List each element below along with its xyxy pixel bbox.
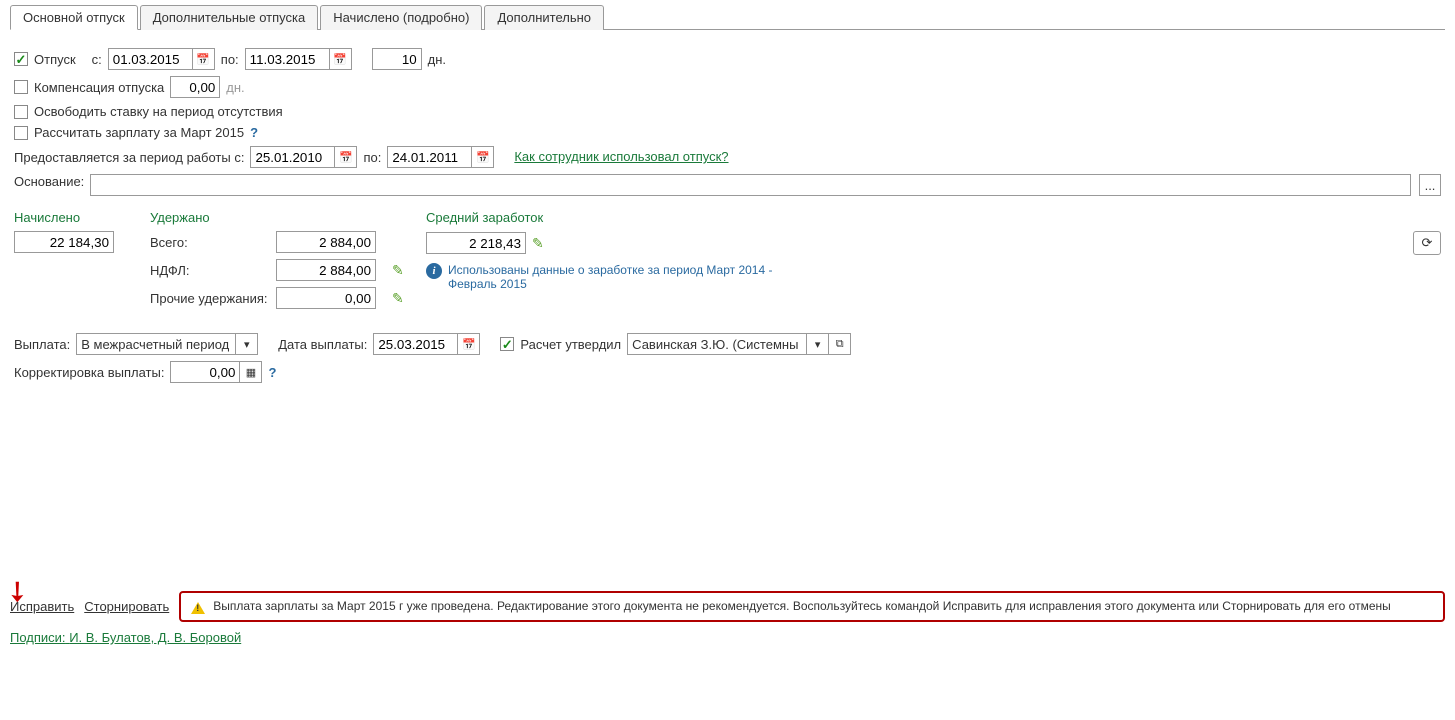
pencil-icon[interactable]: ✎ (392, 290, 412, 307)
dropdown-icon[interactable]: ▾ (807, 333, 829, 355)
work-period-label: Предоставляется за период работы с: (14, 150, 244, 165)
calc-salary-label: Рассчитать зарплату за Март 2015 (34, 125, 244, 140)
table-icon[interactable]: ▦ (240, 361, 262, 383)
calendar-icon[interactable]: 📅 (330, 48, 352, 70)
calc-salary-checkbox[interactable] (14, 126, 28, 140)
pencil-icon[interactable]: ✎ (532, 235, 544, 252)
compensation-input[interactable] (170, 76, 220, 98)
ndfl-input[interactable] (276, 259, 376, 281)
basis-input[interactable] (90, 174, 1411, 196)
reverse-link[interactable]: Сторнировать (84, 599, 169, 614)
work-period-to-label: по: (363, 150, 381, 165)
ndfl-label: НДФЛ: (150, 263, 270, 278)
basis-select-button[interactable]: ... (1419, 174, 1441, 196)
correction-label: Корректировка выплаты: (14, 365, 164, 380)
other-deductions-label: Прочие удержания: (150, 291, 270, 306)
avg-earnings-info: Использованы данные о заработке за перио… (448, 263, 788, 291)
main-content: Отпуск с: 📅 по: 📅 дн. Компенсация отпуск… (10, 30, 1445, 401)
calendar-icon[interactable]: 📅 (472, 146, 494, 168)
vacation-checkbox[interactable] (14, 52, 28, 66)
vacation-to-label: по: (221, 52, 239, 67)
approved-checkbox[interactable] (500, 337, 514, 351)
accrued-title: Начислено (14, 210, 144, 225)
accrued-value[interactable] (14, 231, 114, 253)
other-deductions-input[interactable] (276, 287, 376, 309)
vacation-to-input[interactable] (245, 48, 330, 70)
approved-label: Расчет утвердил (520, 337, 621, 352)
correction-input[interactable] (170, 361, 240, 383)
dropdown-icon[interactable]: ▾ (236, 333, 258, 355)
help-icon[interactable]: ? (268, 365, 276, 380)
vacation-from-input[interactable] (108, 48, 193, 70)
release-rate-label: Освободить ставку на период отсутствия (34, 104, 283, 119)
refresh-button[interactable]: ⟳ (1413, 231, 1441, 255)
warning-text: Выплата зарплаты за Март 2015 г уже пров… (213, 599, 1391, 613)
payment-label: Выплата: (14, 337, 70, 352)
footer: ➘ Исправить Сторнировать Выплата зарплат… (10, 591, 1445, 645)
compensation-label: Компенсация отпуска (34, 80, 164, 95)
signatures-label[interactable]: Подписи: И. В. Булатов, Д. В. Боровой (10, 630, 241, 645)
work-period-to-input[interactable] (387, 146, 472, 168)
help-icon[interactable]: ? (250, 125, 258, 140)
calendar-icon[interactable]: 📅 (458, 333, 480, 355)
basis-label: Основание: (14, 174, 84, 196)
payment-date-input[interactable] (373, 333, 458, 355)
warning-box: Выплата зарплаты за Март 2015 г уже пров… (179, 591, 1445, 622)
deducted-total-input[interactable] (276, 231, 376, 253)
avg-earnings-input[interactable] (426, 232, 526, 254)
release-rate-checkbox[interactable] (14, 105, 28, 119)
pencil-icon[interactable]: ✎ (392, 262, 412, 279)
deducted-total-label: Всего: (150, 235, 270, 250)
tab-additional[interactable]: Дополнительные отпуска (140, 5, 319, 30)
calendar-icon[interactable]: 📅 (193, 48, 215, 70)
tab-accrued[interactable]: Начислено (подробно) (320, 5, 482, 30)
avg-earnings-title: Средний заработок (426, 210, 1441, 225)
warning-icon (191, 602, 205, 614)
work-period-from-input[interactable] (250, 146, 335, 168)
tab-extra[interactable]: Дополнительно (484, 5, 604, 30)
vacation-usage-link[interactable]: Как сотрудник использовал отпуск? (514, 149, 728, 165)
calendar-icon[interactable]: 📅 (335, 146, 357, 168)
payment-date-label: Дата выплаты: (278, 337, 367, 352)
tab-bar: Основной отпуск Дополнительные отпуска Н… (10, 4, 1445, 30)
compensation-suffix: дн. (226, 80, 244, 95)
tab-main[interactable]: Основной отпуск (10, 5, 138, 30)
payment-select[interactable]: В межрасчетный период (76, 333, 236, 355)
info-icon: i (426, 263, 442, 279)
vacation-from-label: с: (92, 52, 102, 67)
compensation-checkbox[interactable] (14, 80, 28, 94)
approver-select[interactable]: Савинская З.Ю. (Системны (627, 333, 807, 355)
vacation-days-input[interactable] (372, 48, 422, 70)
deducted-title: Удержано (150, 210, 420, 225)
popup-icon[interactable]: ⧉ (829, 333, 851, 355)
vacation-label: Отпуск (34, 52, 76, 67)
vacation-days-suffix: дн. (428, 52, 446, 67)
